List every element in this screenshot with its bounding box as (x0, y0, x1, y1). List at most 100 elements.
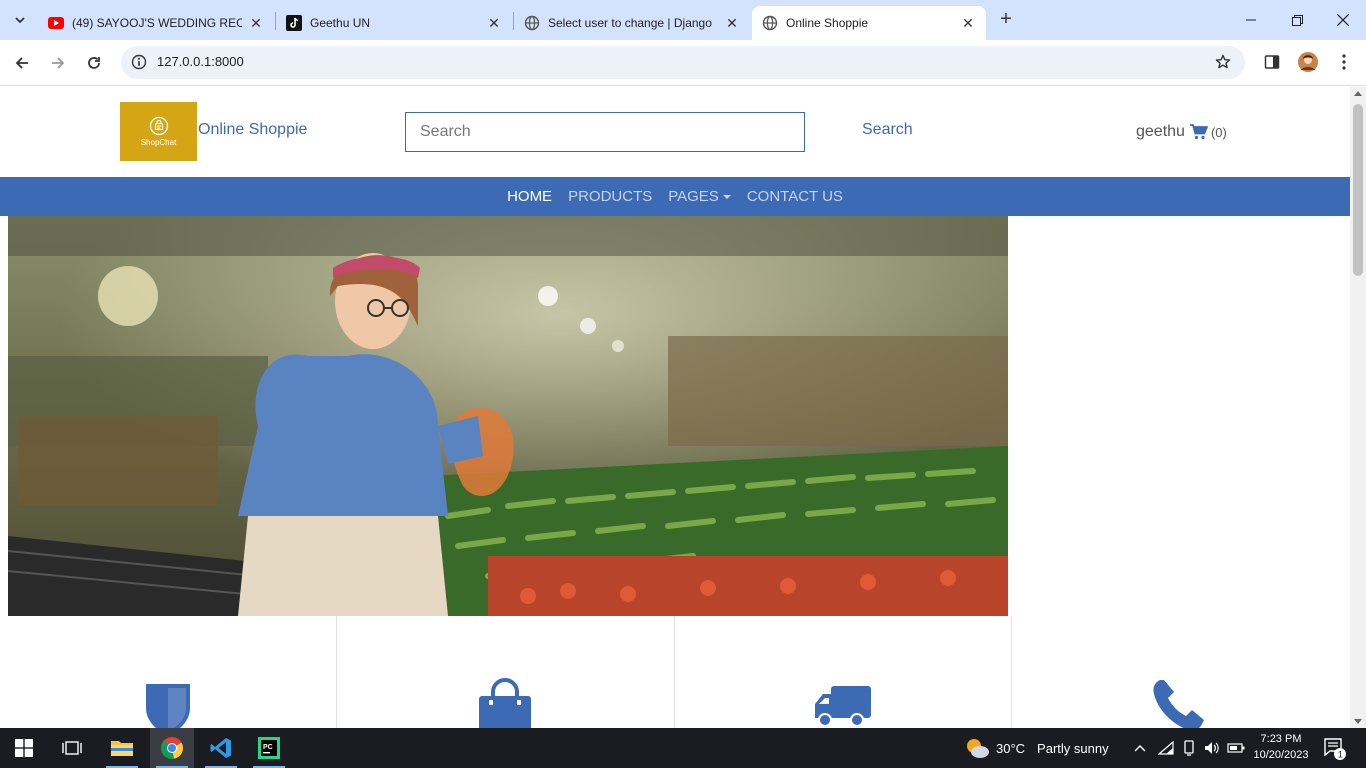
vscode-app[interactable] (199, 728, 243, 768)
scroll-up-icon[interactable] (1354, 91, 1362, 96)
profile-avatar[interactable] (1296, 50, 1320, 74)
tab-title: (49) SAYOOJ'S WEDDING RECE (72, 16, 242, 30)
caret-down-icon (722, 194, 731, 199)
forward-button[interactable] (43, 48, 73, 78)
close-icon (1337, 14, 1349, 26)
nav-contact[interactable]: CONTACT US (747, 188, 843, 205)
shopping-cart-icon[interactable] (1189, 124, 1208, 140)
features-row (0, 616, 1350, 728)
start-button[interactable] (2, 728, 46, 768)
volume-icon[interactable] (1202, 738, 1222, 758)
task-view-button[interactable] (50, 728, 94, 768)
close-window-button[interactable] (1320, 0, 1366, 40)
chevron-up-icon[interactable] (1130, 738, 1150, 758)
info-icon[interactable] (129, 52, 149, 72)
tab-django[interactable]: Select user to change | Django ✕ (514, 6, 750, 40)
side-panel-icon[interactable] (1260, 50, 1284, 74)
notification-icon: 1 (1324, 738, 1346, 760)
chat-bag-icon (149, 116, 168, 136)
nav-products[interactable]: PRODUCTS (568, 188, 652, 205)
folder-icon (111, 741, 133, 756)
weather-widget[interactable]: 30°C Partly sunny (964, 736, 1109, 760)
chrome-app[interactable] (150, 728, 194, 768)
weather-temp: 30°C (996, 740, 1026, 756)
brand-name[interactable]: Online Shoppie (198, 121, 307, 139)
windows-icon (15, 739, 33, 757)
tab-title: Geethu UN (310, 16, 371, 30)
logo-text: ShopChat (140, 138, 177, 147)
shield-icon (146, 684, 190, 728)
clock-time: 7:23 PM (1260, 733, 1302, 745)
scroll-down-icon[interactable] (1354, 719, 1362, 724)
device-icon[interactable] (1179, 738, 1199, 758)
tab-geethu[interactable]: Geethu UN ✕ (276, 6, 512, 40)
tab-title: Online Shoppie (786, 16, 869, 30)
tab-youtube[interactable]: (49) SAYOOJ'S WEDDING RECE ✕ (38, 6, 274, 40)
back-button[interactable] (7, 48, 37, 78)
clock-date: 10/20/2023 (1253, 749, 1309, 761)
system-clock[interactable]: 7:23 PM 10/20/2023 (1250, 731, 1312, 763)
phone-icon (1153, 680, 1204, 728)
username[interactable]: geethu (1136, 123, 1185, 141)
star-icon[interactable] (1213, 52, 1233, 72)
tab-title: Select user to change | Django (548, 16, 712, 30)
nav-home[interactable]: HOME (507, 188, 552, 205)
site-logo[interactable]: ShopChat (120, 102, 197, 161)
partly-sunny-icon (967, 739, 989, 758)
youtube-icon (48, 15, 64, 31)
scroll-thumb[interactable] (1353, 104, 1363, 276)
browser-toolbar: 127.0.0.1:8000 (0, 40, 1366, 86)
reload-icon (88, 57, 100, 69)
restore-button[interactable] (1274, 0, 1320, 40)
restore-icon (1291, 14, 1303, 26)
menu-kebab-icon[interactable] (1332, 50, 1356, 74)
address-bar[interactable]: 127.0.0.1:8000 (121, 46, 1245, 79)
close-icon[interactable]: ✕ (724, 15, 740, 31)
cart-count: (0) (1210, 124, 1227, 140)
network-icon[interactable] (1156, 738, 1176, 758)
minimize-button[interactable] (1228, 0, 1274, 40)
arrow-right-icon (52, 57, 65, 69)
tab-strip: (49) SAYOOJ'S WEDDING RECE ✕ Geethu UN ✕… (0, 0, 1366, 40)
reload-button[interactable] (79, 48, 109, 78)
nav-pages[interactable]: PAGES (668, 188, 731, 205)
new-tab-button[interactable]: + (994, 9, 1018, 31)
close-icon[interactable]: ✕ (248, 15, 264, 31)
weather-desc: Partly sunny (1037, 740, 1109, 756)
hero-banner-image (8, 216, 1008, 616)
page-scrollbar[interactable] (1350, 87, 1366, 728)
feature-support (1012, 616, 1350, 728)
search-button[interactable]: Search (862, 121, 913, 139)
svg-text:PC: PC (263, 744, 273, 751)
arrow-left-icon (15, 57, 28, 69)
battery-icon[interactable] (1226, 738, 1246, 758)
task-view-icon (62, 741, 82, 755)
close-icon[interactable]: ✕ (486, 15, 502, 31)
main-navbar: HOME PRODUCTS PAGES CONTACT US (0, 177, 1350, 216)
feature-delivery (675, 616, 1012, 728)
search-input[interactable] (405, 112, 805, 152)
shopping-bag-icon (479, 678, 531, 728)
tab-search-button[interactable] (6, 7, 34, 33)
truck-icon (815, 686, 871, 727)
pycharm-app[interactable]: PC (247, 728, 291, 768)
url-text[interactable]: 127.0.0.1:8000 (157, 54, 244, 69)
globe-icon (524, 15, 540, 31)
vscode-icon (210, 738, 231, 758)
notification-center-button[interactable]: 1 (1322, 736, 1346, 760)
close-icon[interactable]: ✕ (960, 15, 976, 31)
notification-count: 1 (1338, 750, 1343, 760)
user-cart[interactable]: geethu (0) (1136, 123, 1227, 141)
pycharm-icon: PC (258, 737, 280, 759)
page-viewport: ShopChat Online Shoppie Search geethu (0… (0, 87, 1350, 728)
feature-shopping (337, 616, 675, 728)
minimize-icon (1246, 19, 1256, 21)
windows-taskbar: PC 30°C Partly sunny 7:23 PM 10/20/2023 … (0, 728, 1366, 768)
file-explorer-app[interactable] (100, 728, 144, 768)
globe-icon (762, 15, 778, 31)
tab-online-shoppie[interactable]: Online Shoppie ✕ (752, 6, 986, 40)
chrome-icon (161, 737, 183, 759)
tiktok-icon (286, 15, 302, 31)
nav-pages-label: PAGES (668, 188, 719, 205)
chevron-down-icon (15, 17, 25, 24)
